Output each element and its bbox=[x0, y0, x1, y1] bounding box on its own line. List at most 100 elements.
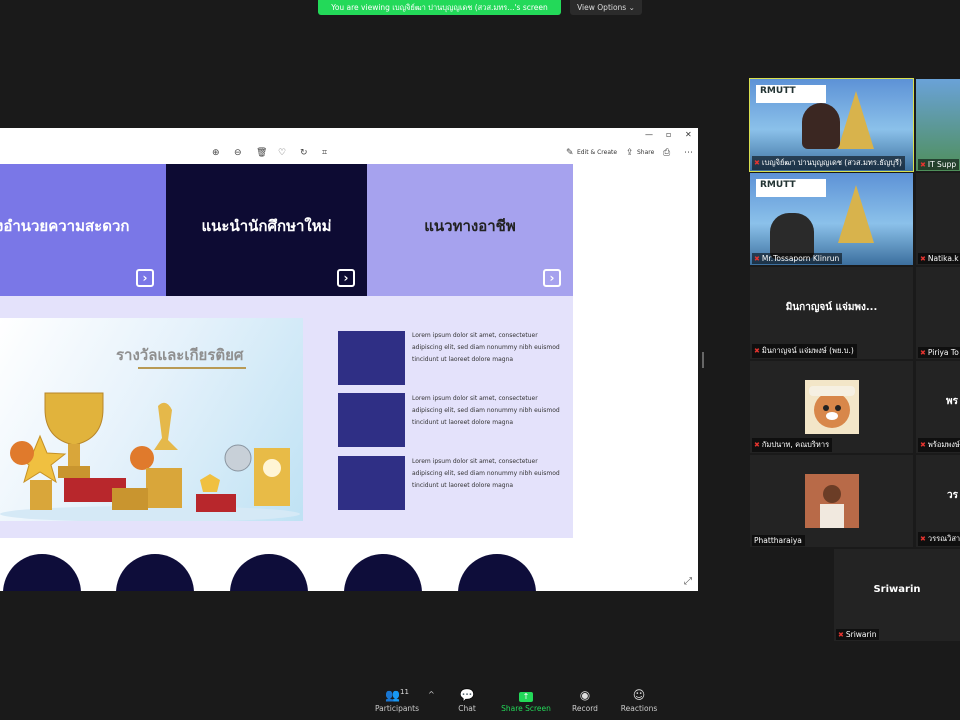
edit-icon: ✎ bbox=[566, 148, 574, 158]
participant-tile[interactable]: RMUTT ✖ เบญจิย์ฒา ปานบุญญเดช (สวส.มทร.ธัญ… bbox=[749, 78, 914, 172]
title-underline bbox=[138, 367, 246, 369]
mic-muted-icon: ✖ bbox=[754, 347, 760, 355]
participant-display-name: วร bbox=[947, 489, 958, 501]
mic-muted-icon: ✖ bbox=[920, 161, 926, 169]
participant-video bbox=[802, 103, 840, 149]
slide-image: งอำนวยความสะดวก › แนะนำนักศึกษาใหม่ › แน… bbox=[0, 164, 698, 591]
nav-card-new-students: แนะนำนักศึกษาใหม่ › bbox=[166, 164, 367, 296]
delete-icon[interactable]: 🗑 bbox=[256, 148, 267, 158]
participant-tile[interactable]: Phattharaiya bbox=[750, 455, 913, 547]
favorite-icon[interactable]: ♡ bbox=[278, 148, 286, 158]
awards-title: รางวัลและเกียรติยศ bbox=[116, 346, 244, 364]
share-screen-button[interactable]: ↑ Share Screen bbox=[496, 688, 556, 713]
rotate-icon[interactable]: ↻ bbox=[300, 148, 308, 158]
participant-name: ✖ พร้อมพงษ์ bbox=[918, 438, 960, 452]
avatar bbox=[805, 380, 859, 434]
panel-resize-handle[interactable] bbox=[702, 352, 704, 368]
participant-name: ✖ กัมปนาท, คณบริหาร bbox=[752, 438, 833, 452]
circle-decoration bbox=[116, 554, 194, 591]
item-thumbnail bbox=[338, 393, 405, 447]
mic-muted-icon: ✖ bbox=[920, 441, 926, 449]
participant-tile[interactable]: ✖ Piriya To bbox=[916, 267, 960, 359]
item-thumbnail bbox=[338, 331, 405, 385]
maximize-icon[interactable]: ▫ bbox=[666, 130, 671, 139]
more-icon[interactable]: ⋯ bbox=[684, 148, 693, 158]
participants-button[interactable]: 👥11 Participants bbox=[367, 688, 427, 713]
logo: RMUTT bbox=[756, 179, 826, 197]
item-thumbnail bbox=[338, 456, 405, 510]
chat-icon: 💬 bbox=[459, 688, 475, 702]
participant-tile[interactable]: Sriwarin ✖ Sriwarin bbox=[834, 549, 960, 641]
share-screen-label: Share Screen bbox=[501, 704, 551, 713]
chevron-right-icon: › bbox=[136, 269, 154, 287]
chat-label: Chat bbox=[458, 704, 476, 713]
circle-decoration bbox=[344, 554, 422, 591]
record-icon: ◉ bbox=[579, 688, 591, 702]
participants-count: 11 bbox=[400, 688, 409, 696]
participant-name: ✖ มินกาญจน์ แจ่มพงษ์ (พย.บ.) bbox=[752, 344, 857, 358]
chat-button[interactable]: 💬 Chat bbox=[437, 688, 497, 713]
record-label: Record bbox=[572, 704, 598, 713]
edit-create-button[interactable]: Edit & Create bbox=[577, 149, 617, 156]
participant-name: ✖ วรรณวิสา bbox=[918, 532, 960, 546]
mic-muted-icon: ✖ bbox=[754, 441, 760, 449]
participant-name: ✖ Sriwarin bbox=[836, 629, 880, 640]
participants-icon: 👥 bbox=[385, 688, 401, 702]
mic-muted-icon: ✖ bbox=[920, 349, 926, 357]
chevron-right-icon: › bbox=[337, 269, 355, 287]
participant-name: ✖ Mr.Tossaporn Klinrun bbox=[752, 253, 843, 264]
reactions-button[interactable]: ☺ Reactions bbox=[609, 688, 669, 713]
circle-decoration bbox=[3, 554, 81, 591]
mic-muted-icon: ✖ bbox=[920, 535, 926, 543]
mic-muted-icon: ✖ bbox=[838, 631, 844, 639]
zoom-out-icon[interactable]: ⊖ bbox=[234, 148, 242, 158]
zoom-in-icon[interactable]: ⊕ bbox=[212, 148, 220, 158]
mic-muted-icon: ✖ bbox=[754, 159, 760, 167]
viewing-banner: You are viewing เบญจิย์ฒา ปานบุญญเดช (สว… bbox=[318, 0, 561, 15]
crop-icon[interactable]: ⌗ bbox=[322, 148, 327, 158]
item-text: Lorem ipsum dolor sit amet, consectetuer… bbox=[412, 458, 560, 489]
nav-card-facilities: งอำนวยความสะดวก › bbox=[0, 164, 166, 296]
circle-decoration bbox=[458, 554, 536, 591]
record-button[interactable]: ◉ Record bbox=[555, 688, 615, 713]
participant-display-name: Sriwarin bbox=[873, 583, 921, 595]
temple-background bbox=[838, 91, 874, 149]
share-screen-icon: ↑ bbox=[496, 688, 556, 704]
photo-viewer-toolbar: ⊕ ⊖ 🗑 ♡ ↻ ⌗ ✎ Edit & Create ⇪ Share ⎙ ⋯ bbox=[0, 144, 698, 165]
minimize-icon[interactable]: — bbox=[645, 130, 653, 139]
awards-banner: รางวัลและเกียรติยศ bbox=[0, 318, 303, 521]
temple-background bbox=[838, 185, 874, 243]
reactions-icon: ☺ bbox=[632, 688, 646, 702]
circle-decoration bbox=[230, 554, 308, 591]
participant-name: Phattharaiya bbox=[752, 535, 805, 546]
chevron-right-icon: › bbox=[543, 269, 561, 287]
participant-tile[interactable]: มินกาญจน์ แจ่มพง... ✖ มินกาญจน์ แจ่มพงษ์ … bbox=[750, 267, 913, 359]
participant-tile[interactable]: RMUTT ✖ Mr.Tossaporn Klinrun bbox=[750, 173, 913, 265]
share-icon: ⇪ bbox=[626, 148, 634, 158]
participant-tile[interactable]: ✖ Natika.k bbox=[916, 173, 960, 265]
nav-card-career: แนวทางอาชีพ › bbox=[367, 164, 573, 296]
participant-name: ✖ Piriya To bbox=[918, 347, 960, 358]
mic-muted-icon: ✖ bbox=[920, 255, 926, 263]
participant-tile[interactable]: ✖ IT Supp bbox=[916, 79, 960, 171]
participant-name: ✖ IT Supp bbox=[918, 159, 960, 170]
shared-screen: — ▫ ✕ ⊕ ⊖ 🗑 ♡ ↻ ⌗ ✎ Edit & Create ⇪ Shar… bbox=[0, 128, 698, 591]
reactions-label: Reactions bbox=[620, 704, 658, 713]
close-icon[interactable]: ✕ bbox=[685, 130, 692, 139]
print-icon[interactable]: ⎙ bbox=[663, 148, 670, 158]
participant-tile[interactable]: พร ✖ พร้อมพงษ์ bbox=[916, 361, 960, 453]
share-button[interactable]: Share bbox=[637, 149, 654, 156]
view-options-button[interactable]: View Options ⌄ bbox=[570, 0, 642, 15]
participant-display-name: มินกาญจน์ แจ่มพง... bbox=[785, 301, 878, 313]
participant-name: ✖ เบญจิย์ฒา ปานบุญญเดช (สวส.มทร.ธัญบุรี) bbox=[752, 156, 905, 170]
expand-icon[interactable]: ⤢ bbox=[684, 576, 692, 587]
participant-tile[interactable]: ✖ กัมปนาท, คณบริหาร bbox=[750, 361, 913, 453]
avatar bbox=[805, 474, 859, 528]
window-titlebar: — ▫ ✕ bbox=[0, 128, 698, 144]
item-text: Lorem ipsum dolor sit amet, consectetuer… bbox=[412, 332, 560, 363]
participants-label: Participants bbox=[374, 704, 420, 713]
chevron-up-icon[interactable]: ^ bbox=[428, 690, 435, 699]
item-text: Lorem ipsum dolor sit amet, consectetuer… bbox=[412, 395, 560, 426]
logo: RMUTT bbox=[756, 85, 826, 103]
participant-tile[interactable]: วร ✖ วรรณวิสา bbox=[916, 455, 960, 547]
